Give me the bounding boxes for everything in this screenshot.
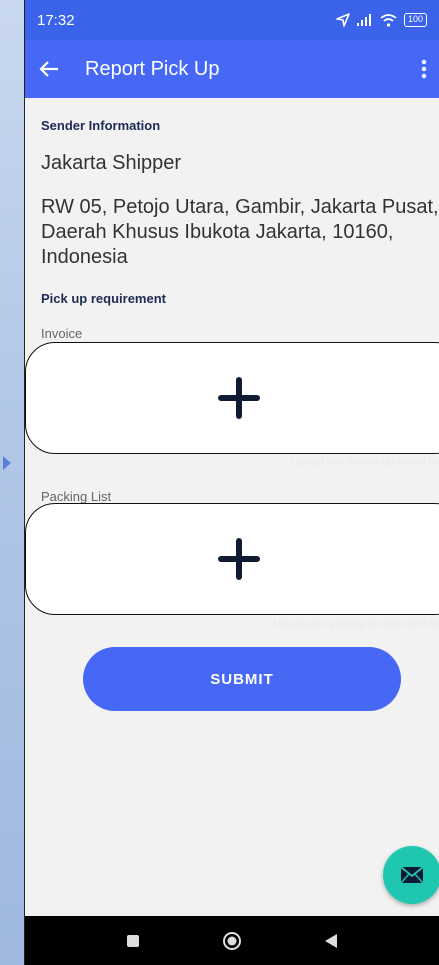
page-title: Report Pick Up bbox=[85, 57, 220, 80]
invoice-hint: Upload your invoice document here bbox=[291, 457, 439, 468]
signal-icon bbox=[356, 14, 371, 26]
wifi-icon bbox=[380, 13, 397, 27]
invoice-upload-box[interactable] bbox=[25, 342, 439, 454]
mail-icon bbox=[400, 866, 424, 884]
status-time: 17:32 bbox=[37, 11, 75, 29]
submit-button[interactable]: SUBMIT bbox=[83, 647, 401, 711]
back-arrow-icon bbox=[39, 61, 58, 77]
packing-list-hint: Upload your packing list document here bbox=[273, 619, 439, 630]
sender-name: Jakarta Shipper bbox=[41, 152, 182, 174]
nav-home-icon[interactable] bbox=[222, 931, 242, 951]
phone-screen: 17:32 100 Report Pick Up Sender Informat… bbox=[24, 0, 439, 965]
left-side-arrow bbox=[3, 456, 11, 470]
sender-section-title: Sender Information bbox=[41, 118, 161, 133]
back-button[interactable] bbox=[25, 40, 77, 98]
app-bar: Report Pick Up bbox=[25, 40, 439, 98]
more-options-button[interactable] bbox=[409, 40, 439, 98]
invoice-label: Invoice bbox=[41, 326, 83, 341]
nav-recents-icon[interactable] bbox=[126, 934, 140, 948]
plus-icon bbox=[218, 538, 260, 580]
battery-icon: 100 bbox=[403, 13, 427, 27]
status-bar: 17:32 100 bbox=[25, 0, 439, 40]
more-vert-icon bbox=[421, 59, 427, 79]
message-fab[interactable] bbox=[383, 846, 439, 904]
sender-address: RW 05, Petojo Utara, Gambir, Jakarta Pus… bbox=[41, 196, 439, 268]
requirement-section-title: Pick up requirement bbox=[41, 291, 166, 306]
location-icon bbox=[336, 13, 350, 27]
packing-list-label: Packing List bbox=[41, 489, 112, 504]
system-nav-bar bbox=[25, 916, 439, 965]
nav-back-icon[interactable] bbox=[324, 933, 338, 949]
packing-list-upload-box[interactable] bbox=[25, 503, 439, 615]
plus-icon bbox=[218, 377, 260, 419]
status-icons: 100 bbox=[336, 13, 427, 27]
